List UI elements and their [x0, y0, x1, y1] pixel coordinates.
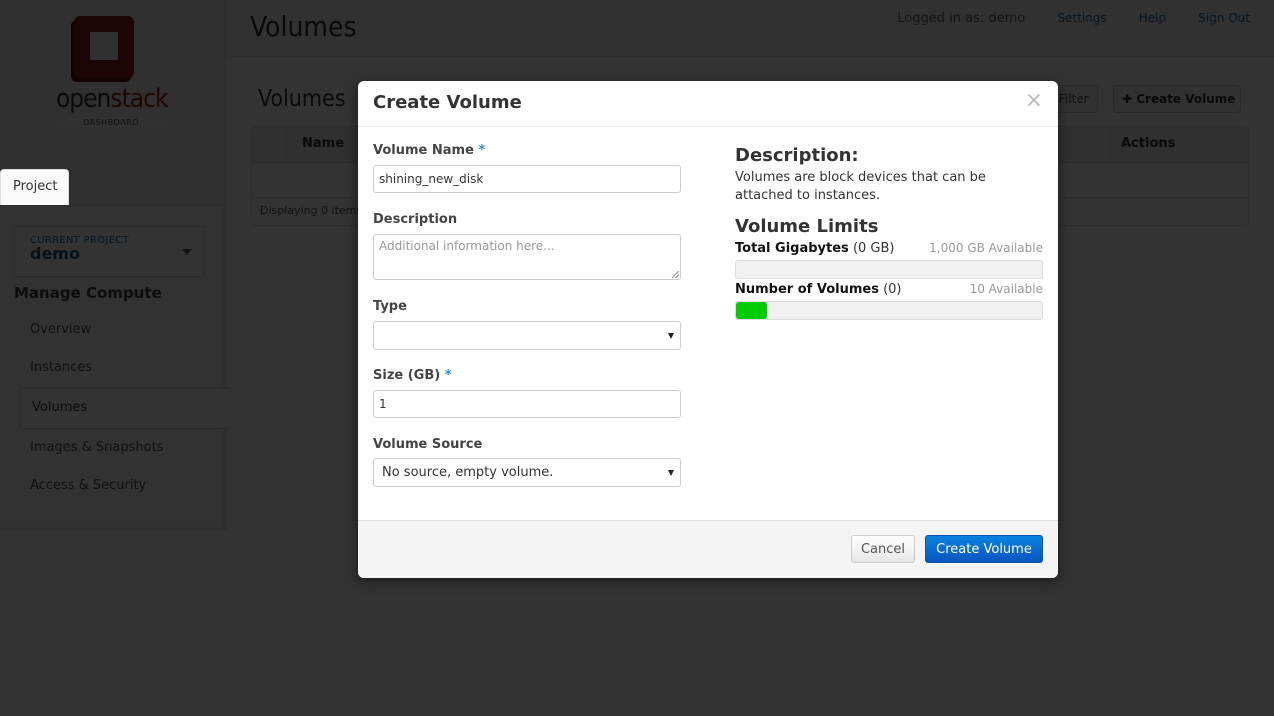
description-heading: Description:	[735, 145, 859, 166]
caret-down-icon	[668, 470, 674, 476]
volumes-progress-fill	[736, 302, 767, 319]
volume-source-label: Volume Source	[373, 437, 483, 452]
required-mark: *	[478, 143, 486, 158]
volume-name-input[interactable]	[373, 165, 681, 193]
caret-down-icon	[668, 333, 674, 339]
volume-source-select[interactable]: No source, empty volume.	[373, 458, 681, 487]
limit-available: 1,000 GB Available	[929, 241, 1043, 255]
gigabytes-progress-bar	[735, 260, 1043, 279]
required-mark: *	[444, 368, 452, 383]
close-icon[interactable]: ×	[1025, 90, 1043, 112]
modal-footer: Cancel Create Volume	[358, 520, 1058, 578]
description-wrapper	[373, 234, 681, 280]
volumes-progress-bar	[735, 301, 1043, 320]
modal-header: Create Volume ×	[358, 81, 1058, 127]
volume-source-value: No source, empty volume.	[382, 465, 554, 480]
modal-title: Create Volume	[373, 92, 522, 113]
create-volume-submit-button[interactable]: Create Volume	[925, 535, 1043, 563]
create-volume-modal: Create Volume × Volume Name * Descriptio…	[358, 81, 1058, 578]
description-textarea[interactable]	[373, 234, 681, 280]
cancel-button[interactable]: Cancel	[851, 535, 915, 563]
tab-project[interactable]: Project	[0, 169, 69, 205]
limit-total-gigabytes: Total Gigabytes (0 GB) 1,000 GB Availabl…	[735, 241, 1043, 256]
description-label: Description	[373, 212, 458, 227]
limit-number-of-volumes: Number of Volumes (0) 10 Available	[735, 282, 1043, 297]
limit-available: 10 Available	[969, 282, 1043, 296]
type-label: Type	[373, 299, 407, 314]
type-select[interactable]	[373, 321, 681, 350]
volume-name-label: Volume Name *	[373, 143, 486, 158]
size-input[interactable]	[373, 390, 681, 418]
size-label: Size (GB) *	[373, 368, 452, 383]
description-text: Volumes are block devices that can be at…	[735, 170, 986, 203]
limits-heading: Volume Limits	[735, 216, 879, 237]
